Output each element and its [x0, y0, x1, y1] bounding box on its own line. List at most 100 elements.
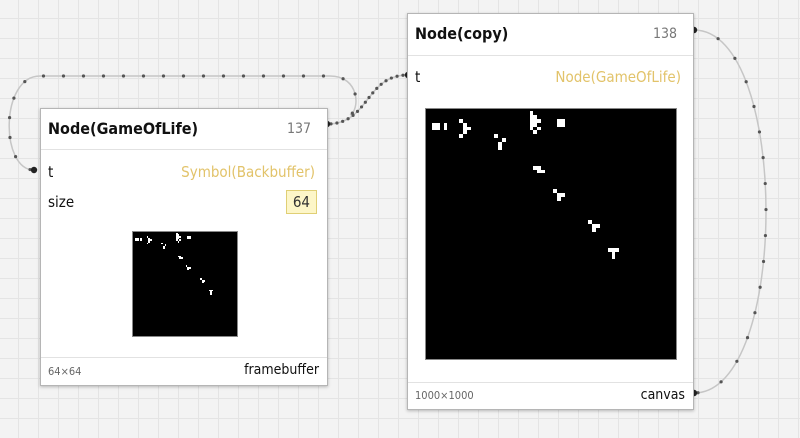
input-label: t [48, 163, 54, 181]
life-cell [611, 255, 616, 260]
wire-dot [744, 80, 748, 84]
life-cell [592, 228, 596, 233]
life-cell [537, 118, 542, 123]
wire-dot [735, 359, 739, 363]
wire-canvas-to-backbuffer[interactable] [693, 29, 767, 394]
wire-dot [716, 37, 720, 41]
canvas-preview [425, 108, 677, 360]
life-cell [494, 134, 499, 139]
node-footer: 64×64 framebuffer [41, 357, 327, 385]
wire-dot [7, 115, 12, 120]
life-cell [498, 146, 503, 151]
wire-dot [371, 91, 375, 95]
wire-dot [752, 104, 756, 109]
dimensions-label: 64×64 [48, 365, 82, 378]
life-cell [615, 247, 620, 252]
wire-dot [346, 117, 350, 121]
life-cell [189, 266, 191, 269]
wire-dot [757, 130, 762, 134]
wire-dot [395, 74, 399, 78]
port-socket[interactable] [30, 166, 38, 174]
life-cell [595, 224, 600, 229]
life-cell [529, 126, 534, 131]
life-cell [177, 237, 180, 240]
life-cell [463, 130, 468, 135]
wire-dot [363, 100, 367, 104]
life-cell [560, 122, 565, 127]
node-copy[interactable]: Node(copy) 138 t Node(GameOfLife) 1000×1… [407, 13, 694, 410]
wire-dot [384, 79, 388, 83]
output-port-canvas[interactable]: canvas [641, 387, 685, 403]
life-cell [211, 289, 214, 292]
life-cell [435, 126, 440, 131]
wire-dot [350, 111, 354, 115]
life-cell [443, 126, 448, 131]
wire-dot [341, 77, 345, 81]
wire-dot [8, 135, 12, 140]
node-gameoflife[interactable]: Node(GameOfLife) 137 t Symbol(Backbuffer… [40, 108, 328, 386]
life-cell [203, 279, 206, 282]
wire-dot [281, 74, 286, 78]
life-cell [161, 242, 164, 245]
wire-dot [401, 73, 405, 77]
wire-dot [101, 74, 106, 78]
wire-dot [81, 74, 86, 78]
life-cell [556, 196, 561, 201]
wire-dot [353, 92, 357, 96]
node-id: 137 [286, 121, 311, 137]
life-cell [140, 239, 142, 241]
framebuffer-preview [132, 231, 238, 337]
life-cell [150, 239, 152, 241]
life-cell [502, 138, 507, 143]
life-cell [560, 192, 565, 197]
life-cell [179, 236, 181, 238]
size-number-field[interactable]: 64 [285, 190, 317, 214]
life-cell [202, 281, 204, 284]
node-header[interactable]: Node(copy) 138 [408, 14, 693, 56]
wire-dot [321, 74, 326, 78]
node-header[interactable]: Node(GameOfLife) 137 [41, 109, 327, 150]
input-value-symbol[interactable]: Symbol(Backbuffer) [181, 163, 315, 181]
dimensions-label: 1000×1000 [415, 389, 474, 402]
wire-dot [201, 74, 206, 78]
life-cell [163, 247, 165, 250]
life-cell [177, 240, 180, 243]
node-title: Node(copy) [415, 24, 509, 43]
input-label: t [415, 68, 421, 86]
wire-dot [761, 259, 766, 264]
wire-dot [261, 74, 266, 78]
life-cell [537, 126, 542, 131]
wire-dot [181, 74, 186, 78]
life-cell [533, 122, 538, 127]
wire-dot [359, 105, 364, 109]
wire-dot [379, 82, 383, 86]
wire-dot [221, 74, 226, 78]
life-cell [187, 268, 190, 271]
wire-dot [41, 74, 46, 78]
output-port-framebuffer[interactable]: framebuffer [244, 362, 319, 378]
life-cell [179, 239, 181, 241]
wire-dot [719, 380, 723, 384]
life-cell [189, 237, 191, 240]
wire-dot [758, 285, 762, 289]
input-row-t[interactable]: t Symbol(Backbuffer) [41, 158, 327, 186]
life-cell [164, 244, 167, 246]
node-title: Node(GameOfLife) [48, 119, 199, 138]
wire-dot [753, 311, 757, 315]
life-cell [459, 134, 464, 139]
wire-dot [764, 207, 768, 212]
node-footer: 1000×1000 canvas [408, 382, 693, 409]
life-cell [210, 292, 212, 295]
life-cell [148, 240, 151, 243]
wire-dot [301, 74, 306, 78]
input-row-size[interactable]: size 64 [41, 188, 327, 216]
wire-dot [121, 74, 126, 78]
input-row-t[interactable]: t Node(GameOfLife) [408, 63, 693, 91]
input-value-node[interactable]: Node(GameOfLife) [555, 68, 681, 86]
wire-dot [12, 96, 16, 100]
wire-dot [761, 156, 765, 160]
wire-dot [367, 95, 371, 100]
wire-framebuffer-to-copy-t[interactable] [326, 74, 409, 125]
life-cell [148, 239, 151, 241]
wire-dot [355, 109, 360, 113]
